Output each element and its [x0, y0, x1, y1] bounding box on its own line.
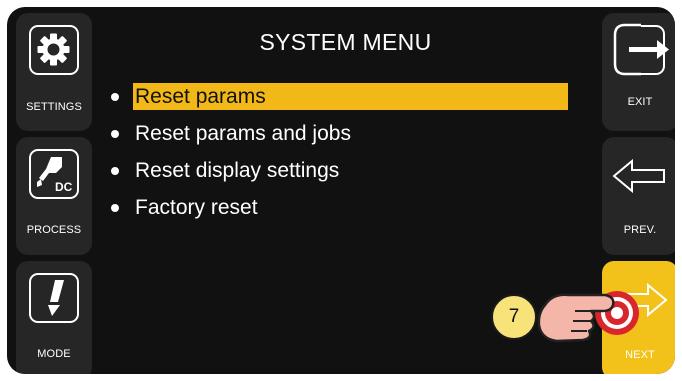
- bullet: [111, 204, 119, 212]
- exit-button[interactable]: EXIT: [602, 13, 675, 131]
- menu-item-reset-display-settings[interactable]: Reset display settings: [111, 157, 568, 184]
- pointing-hand-icon: [537, 291, 639, 343]
- menu-item-reset-params-and-jobs[interactable]: Reset params and jobs: [111, 120, 568, 147]
- bullet: [111, 130, 119, 138]
- settings-label: SETTINGS: [26, 101, 82, 113]
- menu-item-label: Reset display settings: [135, 159, 340, 182]
- welding-torch-dc-icon: DC: [29, 149, 79, 199]
- bullet: [111, 167, 119, 175]
- menu-list: Reset params Reset params and jobs Reset…: [111, 83, 568, 231]
- prev-label: PREV.: [623, 224, 657, 236]
- prev-button[interactable]: PREV.: [602, 137, 675, 255]
- menu-item-label: Factory reset: [135, 196, 258, 219]
- exit-arrow-icon: [613, 23, 669, 76]
- dc-text: DC: [55, 180, 73, 194]
- menu-item-reset-params[interactable]: Reset params: [111, 83, 568, 110]
- settings-button[interactable]: SETTINGS: [16, 13, 92, 131]
- process-button[interactable]: DC PROCESS: [16, 137, 92, 255]
- bullet: [111, 93, 119, 101]
- menu-item-factory-reset[interactable]: Factory reset: [111, 194, 568, 221]
- torch-trigger-icon: [29, 273, 79, 323]
- mode-label: MODE: [37, 348, 71, 360]
- process-label: PROCESS: [26, 224, 82, 236]
- mode-button[interactable]: MODE: [16, 261, 92, 374]
- display-frame: SETTINGS DC PROCESS MODE SYSTEM MENU Res…: [7, 7, 675, 374]
- menu-item-label: Reset params: [133, 83, 568, 110]
- gear-icon: [29, 25, 79, 75]
- page-title: SYSTEM MENU: [259, 29, 432, 55]
- exit-label: EXIT: [627, 96, 653, 108]
- left-arrow-icon: [612, 158, 665, 194]
- step-badge: 7: [491, 294, 537, 340]
- menu-item-label: Reset params and jobs: [135, 122, 351, 145]
